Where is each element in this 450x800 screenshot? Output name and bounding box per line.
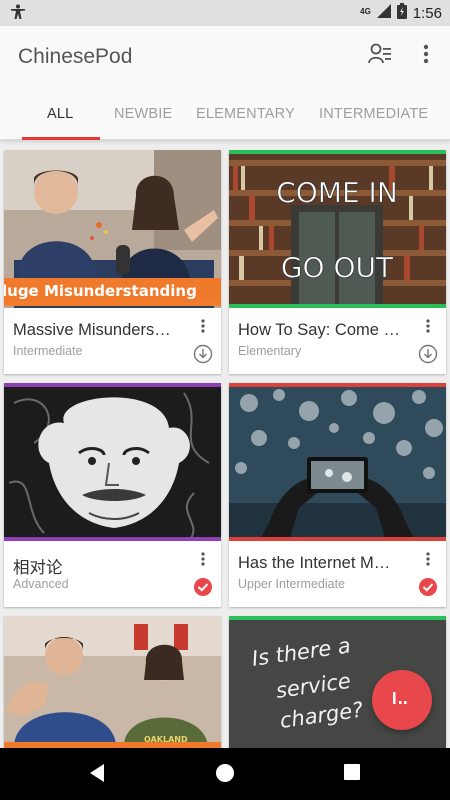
lesson-level: Intermediate bbox=[13, 344, 83, 358]
level-color-bar bbox=[229, 537, 446, 541]
download-button[interactable] bbox=[418, 344, 438, 364]
thumbnail-caption: COME IN bbox=[276, 176, 398, 209]
tab-intermediate[interactable]: INTERMEDIATE bbox=[319, 106, 428, 122]
lesson-thumbnail bbox=[229, 383, 446, 541]
thumbnail-caption: GO OUT bbox=[281, 251, 394, 284]
lesson-card[interactable]: Has the Internet M… Upper Intermediate bbox=[229, 383, 446, 607]
recents-button[interactable] bbox=[342, 762, 366, 786]
overflow-menu-button[interactable] bbox=[412, 42, 440, 70]
tab-indicator bbox=[22, 137, 100, 140]
download-button[interactable] bbox=[193, 344, 213, 364]
home-button[interactable] bbox=[214, 762, 238, 786]
back-icon bbox=[88, 764, 108, 788]
tab-all[interactable]: ALL bbox=[47, 106, 73, 122]
back-button[interactable] bbox=[88, 762, 112, 786]
tab-newbie[interactable]: NEWBIE bbox=[114, 106, 172, 122]
overflow-menu-icon bbox=[201, 318, 205, 338]
lesson-title: How To Say: Come … bbox=[238, 321, 401, 339]
card-menu-button[interactable] bbox=[420, 318, 436, 338]
status-bar: 4G 1:56 bbox=[0, 0, 450, 26]
level-color-bar bbox=[4, 383, 221, 387]
level-color-bar bbox=[229, 150, 446, 154]
overflow-menu-icon bbox=[426, 318, 430, 338]
level-color-bar bbox=[229, 616, 446, 620]
completed-badge bbox=[193, 577, 213, 597]
lesson-thumbnail: COME IN GO OUT bbox=[229, 150, 446, 308]
lesson-title: 相对论 bbox=[13, 559, 63, 577]
overflow-menu-icon bbox=[426, 551, 430, 571]
overflow-menu-icon bbox=[423, 44, 429, 69]
card-menu-button[interactable] bbox=[195, 551, 211, 571]
status-time: 1:56 bbox=[412, 4, 442, 22]
lesson-card[interactable]: COME IN GO OUT How To Say: Come … Elemen… bbox=[229, 150, 446, 374]
lesson-title: Has the Internet M… bbox=[238, 554, 391, 572]
system-nav-bar bbox=[0, 748, 450, 800]
download-icon bbox=[193, 344, 213, 368]
lesson-title: Massive Misunders… bbox=[13, 321, 171, 339]
lesson-thumbnail bbox=[4, 383, 221, 541]
profile-list-icon bbox=[368, 43, 392, 70]
overflow-menu-icon bbox=[201, 551, 205, 571]
network-type: 4G bbox=[360, 6, 371, 16]
lesson-level: Advanced bbox=[13, 577, 69, 591]
lesson-thumbnail: luge Misunderstanding bbox=[4, 150, 221, 308]
thumbnail-caption: luge Misunderstanding bbox=[4, 282, 197, 300]
app-title: ChinesePod bbox=[18, 45, 133, 68]
tab-elementary[interactable]: ELEMENTARY bbox=[196, 106, 295, 122]
lesson-thumbnail: OAKLAND bbox=[4, 616, 221, 748]
stats-fab-button[interactable] bbox=[372, 670, 432, 730]
level-color-bar bbox=[4, 537, 221, 541]
battery-icon bbox=[396, 3, 407, 23]
chart-bars-icon bbox=[391, 690, 413, 711]
lesson-card[interactable]: OAKLAND bbox=[4, 616, 221, 748]
level-color-bar bbox=[229, 304, 446, 308]
lesson-level: Elementary bbox=[238, 344, 302, 358]
card-menu-button[interactable] bbox=[195, 318, 211, 338]
lesson-card[interactable]: luge Misunderstanding Massive Misunders…… bbox=[4, 150, 221, 374]
profile-list-button[interactable] bbox=[366, 42, 394, 70]
download-icon bbox=[418, 344, 438, 368]
accessibility-icon bbox=[10, 4, 26, 25]
app-bar: ChinesePod bbox=[0, 26, 450, 86]
completed-badge bbox=[418, 577, 438, 597]
card-menu-button[interactable] bbox=[420, 551, 436, 571]
checkmark-icon bbox=[418, 578, 438, 601]
level-tabs: ALL NEWBIE ELEMENTARY INTERMEDIATE bbox=[0, 86, 450, 140]
recents-icon bbox=[342, 764, 362, 786]
level-color-bar bbox=[229, 383, 446, 387]
home-icon bbox=[214, 764, 236, 788]
checkmark-icon bbox=[193, 578, 213, 601]
lesson-card[interactable]: 相对论 Advanced bbox=[4, 383, 221, 607]
lesson-grid[interactable]: luge Misunderstanding Massive Misunders…… bbox=[0, 141, 450, 748]
signal-icon bbox=[376, 4, 391, 22]
lesson-level: Upper Intermediate bbox=[238, 577, 346, 591]
level-color-bar bbox=[4, 302, 221, 306]
